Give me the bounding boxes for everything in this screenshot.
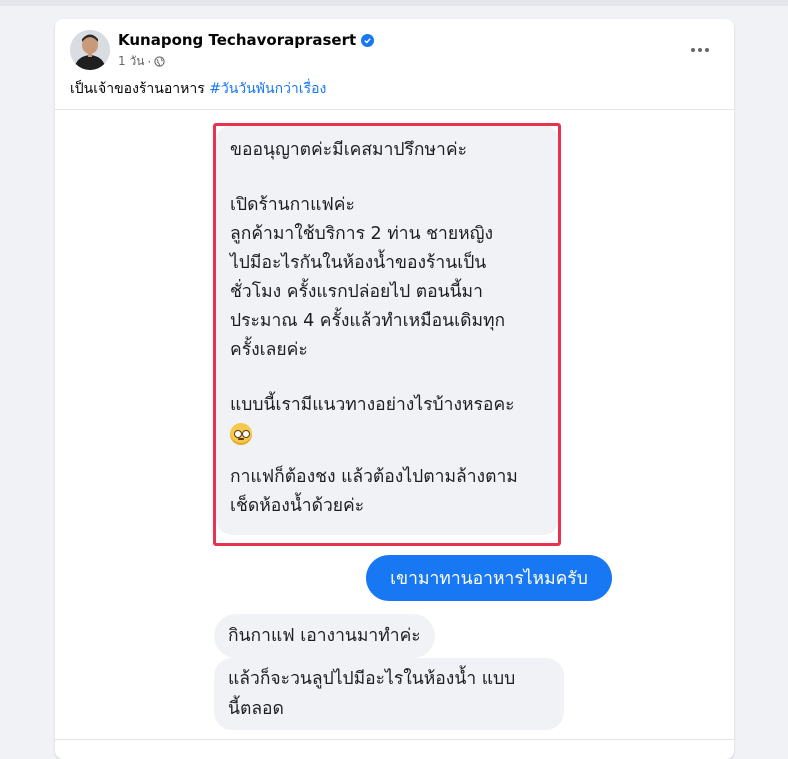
- more-options-icon: [691, 48, 709, 52]
- verified-badge-icon: [361, 33, 375, 47]
- hashtag-link[interactable]: #วันวันพันกว่าเรื่อง: [209, 81, 326, 97]
- top-strip: [0, 0, 788, 6]
- author-avatar[interactable]: [70, 30, 110, 70]
- received-message-bubble-2: แล้วก็จะวนลูปไปมีอะไรในห้องน้ำ แบบ นี้ตล…: [214, 658, 564, 730]
- meta-separator: ·: [147, 54, 152, 69]
- sent-message-bubble: เขามาทานอาหารไหมครับ: [366, 555, 612, 601]
- caption-text: เป็นเจ้าของร้านอาหาร: [70, 81, 205, 97]
- post-meta: 1 วัน ·: [118, 52, 165, 71]
- red-highlight-frame: [213, 123, 561, 546]
- post-time[interactable]: 1 วัน: [118, 52, 144, 71]
- avatar-portrait-icon: [70, 30, 110, 70]
- received-message-1-text: กินกาแฟ เอางานมาทำค่ะ: [228, 625, 421, 646]
- card-divider: [55, 739, 734, 740]
- sent-message-text: เขามาทานอาหารไหมครับ: [390, 569, 588, 589]
- globe-icon: [154, 56, 165, 67]
- more-options-button[interactable]: [685, 35, 715, 65]
- post-card: Kunapong Techavoraprasert 1 วัน · เป็นเจ…: [55, 19, 734, 759]
- author-name-row: Kunapong Techavoraprasert: [118, 31, 375, 49]
- received-message-bubble-1: กินกาแฟ เอางานมาทำค่ะ: [214, 614, 435, 658]
- post-image[interactable]: ขออนุญาตค่ะมีเคสมาปรึกษาค่ะ เปิดร้านกาแฟ…: [55, 109, 734, 740]
- received-message-2-line-1: แล้วก็จะวนลูปไปมีอะไรในห้องน้ำ แบบ: [228, 669, 516, 689]
- received-message-2-line-2: นี้ตลอด: [228, 699, 284, 719]
- post-caption: เป็นเจ้าของร้านอาหาร #วันวันพันกว่าเรื่อ…: [70, 78, 326, 100]
- author-name[interactable]: Kunapong Techavoraprasert: [118, 31, 356, 49]
